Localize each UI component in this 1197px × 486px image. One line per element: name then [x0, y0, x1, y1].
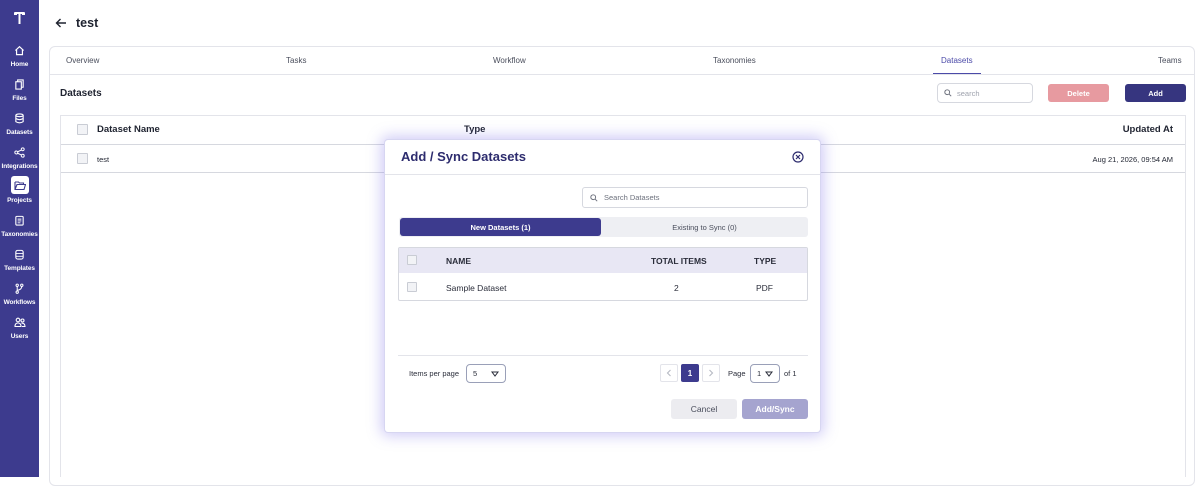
sidebar-item-label: Templates	[4, 265, 35, 272]
select-all-checkbox[interactable]	[407, 255, 417, 265]
row-checkbox[interactable]	[77, 153, 88, 164]
divider	[398, 355, 808, 356]
sidebar-item-label: Projects	[7, 197, 32, 204]
items-per-page-label: Items per page	[409, 369, 460, 378]
sidebar: Home Files Datasets Integrations Project…	[0, 0, 39, 477]
sidebar-item-integrations[interactable]: Integrations	[0, 144, 39, 170]
home-icon	[12, 42, 28, 58]
tab-new-datasets[interactable]: New Datasets (1)	[400, 218, 601, 236]
new-datasets-table: NAME TOTAL ITEMS TYPE Sample Dataset 2 P…	[398, 247, 808, 301]
tab-datasets[interactable]: Datasets	[933, 47, 981, 74]
dataset-name: test	[97, 155, 110, 164]
search-icon	[944, 89, 952, 97]
search-input[interactable]	[957, 88, 1023, 98]
section-title: Datasets	[60, 88, 102, 99]
users-icon	[12, 314, 28, 330]
add-sync-button[interactable]: Add/Sync	[742, 399, 808, 419]
sidebar-item-taxonomies[interactable]: Taxonomies	[0, 212, 39, 238]
files-icon	[12, 76, 28, 92]
tab-existing-to-sync[interactable]: Existing to Sync (0)	[602, 218, 807, 236]
close-icon[interactable]	[792, 151, 804, 163]
folder-open-icon	[10, 176, 29, 194]
branch-icon	[12, 280, 28, 296]
sidebar-item-label: Workflows	[3, 299, 36, 306]
add-sync-datasets-modal: Add / Sync Datasets New Datasets (1) Exi…	[385, 140, 820, 432]
arrow-left-icon[interactable]	[55, 17, 67, 29]
sidebar-item-workflows[interactable]: Workflows	[0, 280, 39, 306]
select-all-checkbox[interactable]	[77, 124, 88, 135]
dataset-total-items: 2	[674, 283, 679, 293]
next-page-button[interactable]	[702, 364, 720, 382]
row-checkbox[interactable]	[407, 282, 417, 292]
divider	[385, 174, 820, 175]
dataset-search[interactable]	[937, 83, 1033, 103]
tab-teams[interactable]: Teams	[1158, 47, 1182, 74]
page-select[interactable]: 1	[750, 364, 780, 383]
chevron-down-icon	[491, 371, 499, 377]
sidebar-item-projects[interactable]: Projects	[0, 176, 39, 204]
modal-title: Add / Sync Datasets	[401, 149, 526, 164]
search-icon	[590, 193, 598, 202]
dataset-segment-control: New Datasets (1) Existing to Sync (0)	[399, 217, 808, 237]
app-logo-icon[interactable]	[13, 11, 26, 25]
sidebar-item-label: Integrations	[1, 163, 38, 170]
sidebar-item-label: Files	[12, 95, 27, 102]
column-header-name: Dataset Name	[97, 124, 160, 135]
column-header-updated: Updated At	[1122, 124, 1173, 135]
sidebar-item-home[interactable]: Home	[0, 42, 39, 68]
items-per-page-value: 5	[473, 369, 478, 378]
page-button-current[interactable]: 1	[681, 364, 699, 382]
table-header: NAME TOTAL ITEMS TYPE	[399, 248, 807, 273]
column-header-name: NAME	[446, 256, 472, 266]
sidebar-item-label: Users	[10, 333, 29, 340]
column-header-total-items: TOTAL ITEMS	[651, 256, 707, 266]
dataset-name: Sample Dataset	[446, 283, 507, 293]
page-total-label: of 1	[784, 369, 797, 378]
tab-tasks[interactable]: Tasks	[286, 47, 306, 74]
table-row[interactable]: Sample Dataset 2 PDF	[399, 273, 807, 301]
tab-taxonomies[interactable]: Taxonomies	[713, 47, 756, 74]
tab-overview[interactable]: Overview	[66, 47, 99, 74]
delete-button[interactable]: Delete	[1048, 84, 1109, 102]
items-per-page-select[interactable]: 5	[466, 364, 506, 383]
tab-workflow[interactable]: Workflow	[493, 47, 526, 74]
chevron-left-icon	[666, 369, 671, 377]
page-header: test	[55, 14, 98, 32]
modal-search-input[interactable]	[604, 193, 784, 202]
template-icon	[12, 246, 28, 262]
chevron-right-icon	[709, 369, 714, 377]
dataset-updated-at: Aug 21, 2026, 09:54 AM	[1092, 155, 1173, 164]
cancel-button[interactable]: Cancel	[671, 399, 737, 419]
sidebar-item-label: Taxonomies	[1, 231, 38, 238]
sidebar-item-files[interactable]: Files	[0, 76, 39, 102]
chevron-down-icon	[765, 371, 773, 377]
clipboard-icon	[12, 212, 28, 228]
column-header-type: Type	[464, 124, 486, 135]
modal-search[interactable]	[582, 187, 808, 208]
add-button[interactable]: Add	[1125, 84, 1186, 102]
share-icon	[12, 144, 28, 160]
sidebar-item-templates[interactable]: Templates	[0, 246, 39, 272]
database-icon	[12, 110, 28, 126]
column-header-type: TYPE	[754, 256, 777, 266]
prev-page-button[interactable]	[660, 364, 678, 382]
sidebar-item-datasets[interactable]: Datasets	[0, 110, 39, 136]
sidebar-item-label: Home	[10, 61, 29, 68]
dataset-type: PDF	[756, 283, 773, 293]
page-label: Page	[728, 369, 746, 378]
page-title: test	[76, 16, 99, 30]
sidebar-item-label: Datasets	[6, 129, 33, 136]
sidebar-item-users[interactable]: Users	[0, 314, 39, 340]
page-select-value: 1	[757, 369, 762, 378]
tab-bar: Overview Tasks Workflow Taxonomies Datas…	[50, 47, 1194, 75]
